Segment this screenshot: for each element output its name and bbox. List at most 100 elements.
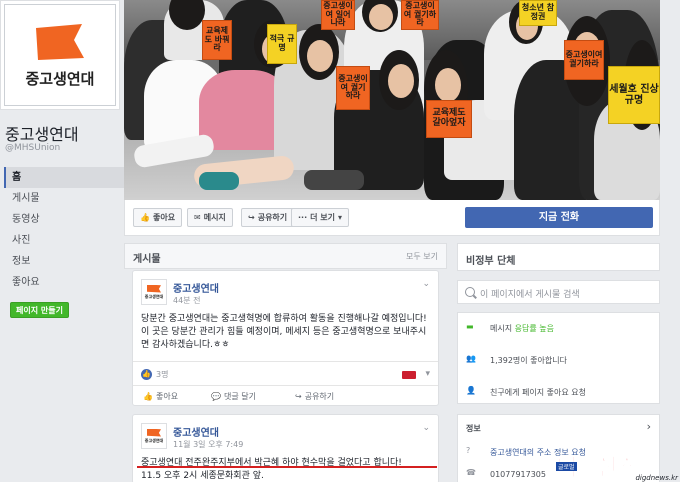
face [388,64,414,98]
protest-sign: 적극 규명 [267,24,297,64]
post-like-button[interactable]: 👍 좋아요 [143,391,178,402]
post-timestamp[interactable]: 44분 전 [173,295,200,306]
post-options-chevron-icon[interactable]: ⌄ [422,279,430,289]
protest-sign: 청소년 참정권 [519,0,557,26]
response-rate-row: ▬ 메시지 응답률 높음 [466,322,554,334]
nav-item-about[interactable]: 정보 [4,251,144,272]
post-card: 중고생연대 중고생연대 44분 전 ⌄ 당분간 중고생연대는 중고생혁명에 합류… [132,270,439,406]
watermark-tag: 글로벌 [556,462,577,471]
post-search-box[interactable]: 이 페이지에서 게시물 검색 [457,280,660,304]
call-now-button[interactable]: 지금 전화 [465,207,653,228]
page-title[interactable]: 중고생연대 [5,121,79,145]
flag-logo-icon [36,23,84,60]
nav-item-posts[interactable]: 게시물 [4,188,144,209]
category-box: 비정부 단체 [457,243,660,271]
divider [133,385,438,386]
left-nav: 홈 게시물 동영상 사진 정보 좋아요 [4,167,144,293]
reaction-count[interactable]: 👍 3명 [141,369,168,380]
flag-logo-icon [147,284,161,293]
message-button[interactable]: ✉ 메시지 [187,208,233,227]
share-icon: ↪ [295,392,302,401]
page-category[interactable]: 비정부 단체 [466,252,515,267]
shoe [199,172,239,190]
post-comment-button[interactable]: 💬 댓글 달기 [211,391,256,402]
nav-item-photos[interactable]: 사진 [4,230,144,251]
share-icon: ↪ [248,213,255,222]
posts-title: 게시물 [133,254,161,265]
nav-item-videos[interactable]: 동영상 [4,209,144,230]
like-reaction-icon: 👍 [141,369,152,380]
reaction-count-text: 3명 [156,370,169,379]
chevron-down-icon: ▾ [338,213,343,222]
post-timestamp[interactable]: 11월 3일 오후 7:49 [173,439,243,450]
page-action-bar: 👍 좋아요 ✉ 메시지 ↪ 공유하기 ··· 더 보기 ▾ 지금 전화 [124,200,660,236]
posts-header: 게시물 모두 보기 [124,243,447,269]
post-body: 중고생연대 전주완주지부에서 박근혜 하야 현수막을 걸었다고 합니다! 11.… [141,457,433,482]
message-label: 메시지 [203,213,226,222]
invite-text: 친구에게 페이지 좋아요 요청 [490,387,586,397]
post-avatar[interactable]: 중고생연대 [141,423,167,449]
people-icon: 👥 [466,354,476,363]
post-author[interactable]: 중고생연대 [173,280,219,295]
flag-icon [402,371,416,379]
protest-sign: 교육제도 바꿔라 [202,20,232,60]
protest-sign: 중고생이여 일어나라 [321,0,355,30]
more-button[interactable]: ··· 더 보기 ▾ [291,208,350,227]
add-friend-icon: 👤 [466,386,476,395]
share-label: 공유하기 [257,213,288,222]
news-watermark: 디페신스 글로벌 digdnews.kr [556,448,680,482]
post-text-line: 11.5 오후 2시 세종문화회관 앞. [141,471,264,481]
nav-item-likes[interactable]: 좋아요 [4,272,144,293]
like-page-button[interactable]: 👍 좋아요 [133,208,183,227]
info-title: 정보 [466,424,481,433]
protest-sign: 교육제도 갈아엎자 [426,100,472,138]
post-body: 당분간 중고생연대는 중고생혁명에 합류하여 활동을 진행해나갈 예정입니다! … [141,313,433,352]
highlight-underline [137,466,437,468]
page-handle[interactable]: @MHSUnion [5,143,60,153]
post-avatar[interactable]: 중고생연대 [141,279,167,305]
protest-sign: 세월호 진상규명 [608,66,660,124]
nav-item-home[interactable]: 홈 [4,167,144,188]
search-input[interactable]: 이 페이지에서 게시물 검색 [480,287,580,300]
face [307,40,333,72]
profile-picture[interactable]: 중고생연대 [0,0,120,110]
post-options-chevron-icon[interactable]: ⌄ [422,423,430,433]
see-all-link[interactable]: 모두 보기 [406,251,438,262]
cover-photo[interactable]: 교육제도 바꿔라 적극 규명 중고생이여 일어나라 중고생이여 궐기하라 교육제… [124,0,660,200]
likes-row[interactable]: 👥 1,392명이 좋아합니다 [466,354,567,366]
post-share-label: 공유하기 [304,392,335,401]
invite-row[interactable]: 👤 친구에게 페이지 좋아요 요청 [466,386,586,398]
shoe [304,170,364,190]
message-icon: ▬ [466,322,474,331]
phone-row[interactable]: ☎ 01077917305 [466,468,546,480]
protest-sign: 중고생이여 궐기하라 [564,40,604,80]
logo-text: 중고생연대 [25,69,95,88]
search-icon [465,287,475,297]
face [435,68,461,102]
comment-icon: 💬 [211,392,221,401]
protest-sign: 중고생이여 궐기하라 [336,66,370,110]
share-page-button[interactable]: ↪ 공유하기 [241,208,295,227]
post-author[interactable]: 중고생연대 [173,424,219,439]
phone-icon: ☎ [466,468,476,477]
like-page-label: 좋아요 [152,213,176,222]
face [369,4,393,30]
phone-number: 01077917305 [490,469,546,479]
message-icon: ✉ [194,213,201,222]
more-label: 더 보기 [310,213,335,222]
create-page-button[interactable]: 페이지 만들기 [10,302,69,318]
thumbs-up-icon: 👍 [140,213,150,222]
post-text-line: 당분간 중고생연대는 중고생혁명에 합류하여 활동을 진행해나갈 예정입니다! [141,314,427,324]
response-rate-text: 메시지 응답률 높음 [490,323,554,333]
likes-count-text: 1,392명이 좋아합니다 [490,355,567,365]
post-text-line: 중고생연대 전주완주지부에서 박근혜 하야 현수막을 걸었다고 합니다! [141,458,402,468]
post-share-button[interactable]: ↪ 공유하기 [295,391,334,402]
audience-chevron-icon[interactable]: ▾ [425,369,430,379]
post-card: 중고생연대 중고생연대 11월 3일 오후 7:49 ⌄ 중고생연대 전주완주지… [132,414,439,482]
protest-sign: 중고생이여 궐기하라 [401,0,439,30]
more-dots-icon: ··· [298,213,308,222]
chevron-right-icon[interactable]: › [647,420,651,433]
thumbs-up-icon: 👍 [143,392,153,401]
flag-logo-icon [147,428,161,437]
post-text-line: 이 곳은 당분간 관리가 힘들 예정이며, 메세지 등은 중고생혁명으로 보내주… [141,327,427,350]
